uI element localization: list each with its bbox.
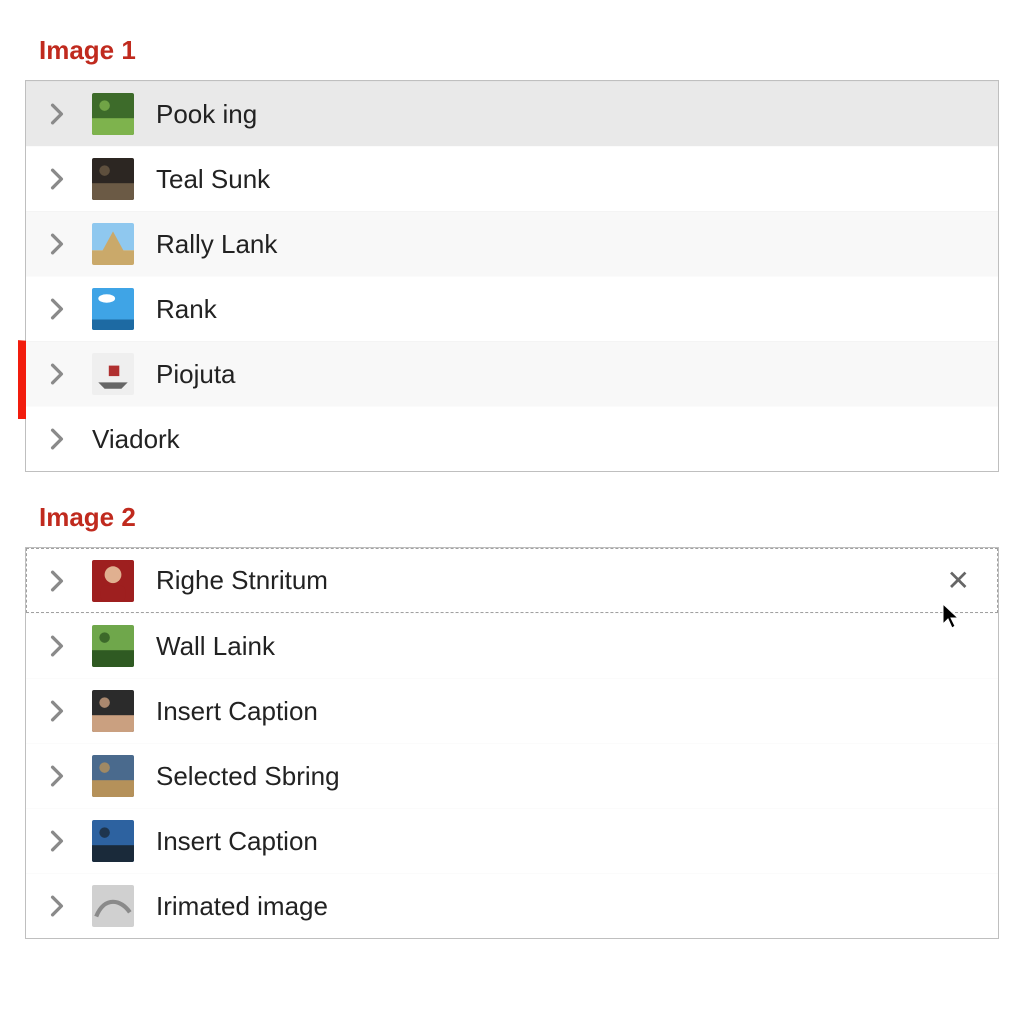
chevron-right-icon[interactable]: [44, 166, 70, 192]
chevron-right-icon[interactable]: [44, 828, 70, 854]
list-item-label: Righe Stnritum: [156, 565, 937, 596]
list-item[interactable]: Insert Caption: [26, 678, 998, 743]
chevron-right-icon[interactable]: [44, 568, 70, 594]
image2-panel: Righe Stnritum✕ Wall Laink Insert Caption S…: [25, 547, 999, 939]
list-item[interactable]: Teal Sunk: [26, 146, 998, 211]
thumbnail-image: [92, 625, 134, 667]
chevron-right-icon[interactable]: [44, 231, 70, 257]
image2-heading: Image 2: [39, 502, 999, 533]
list-item-label: Irimated image: [156, 891, 980, 922]
list-item-label: Selected Sbring: [156, 761, 980, 792]
list-item[interactable]: Rally Lank: [26, 211, 998, 276]
list-item[interactable]: Viadork: [26, 406, 998, 471]
thumbnail-image: [92, 223, 134, 265]
chevron-right-icon[interactable]: [44, 426, 70, 452]
thumbnail-image: [92, 690, 134, 732]
list-item[interactable]: Irimated image: [26, 873, 998, 938]
list-item[interactable]: Rank: [26, 276, 998, 341]
thumbnail-image: [92, 353, 134, 395]
thumbnail-image: [92, 93, 134, 135]
list-item[interactable]: Insert Caption: [26, 808, 998, 873]
list-item-label: Wall Laink: [156, 631, 980, 662]
chevron-right-icon[interactable]: [44, 296, 70, 322]
list-item[interactable]: Wall Laink: [26, 613, 998, 678]
list-item-label: Insert Caption: [156, 826, 980, 857]
list-item-label: Viadork: [92, 424, 980, 455]
list-item[interactable]: Pook ing: [26, 81, 998, 146]
list-item-label: Teal Sunk: [156, 164, 980, 195]
chevron-right-icon[interactable]: [44, 698, 70, 724]
chevron-right-icon[interactable]: [44, 361, 70, 387]
chevron-right-icon[interactable]: [44, 633, 70, 659]
thumbnail-image: [92, 560, 134, 602]
list-item-label: Insert Caption: [156, 696, 980, 727]
list-item[interactable]: Piojuta: [26, 341, 998, 406]
chevron-right-icon[interactable]: [44, 763, 70, 789]
image1-heading: Image 1: [39, 35, 999, 66]
thumbnail-image: [92, 288, 134, 330]
chevron-right-icon[interactable]: [44, 893, 70, 919]
list-item[interactable]: Righe Stnritum✕: [26, 548, 998, 613]
list-item-label: Piojuta: [156, 359, 980, 390]
list-item-label: Pook ing: [156, 99, 980, 130]
chevron-right-icon[interactable]: [44, 101, 70, 127]
thumbnail-image: [92, 158, 134, 200]
image1-panel: Pook ing Teal Sunk Rally Lank Rank Piojuta Vi…: [25, 80, 999, 472]
thumbnail-image: [92, 820, 134, 862]
list-item-label: Rally Lank: [156, 229, 980, 260]
list-item[interactable]: Selected Sbring: [26, 743, 998, 808]
list-item-label: Rank: [156, 294, 980, 325]
thumbnail-image: [92, 885, 134, 927]
close-icon[interactable]: ✕: [937, 564, 980, 597]
thumbnail-image: [92, 755, 134, 797]
